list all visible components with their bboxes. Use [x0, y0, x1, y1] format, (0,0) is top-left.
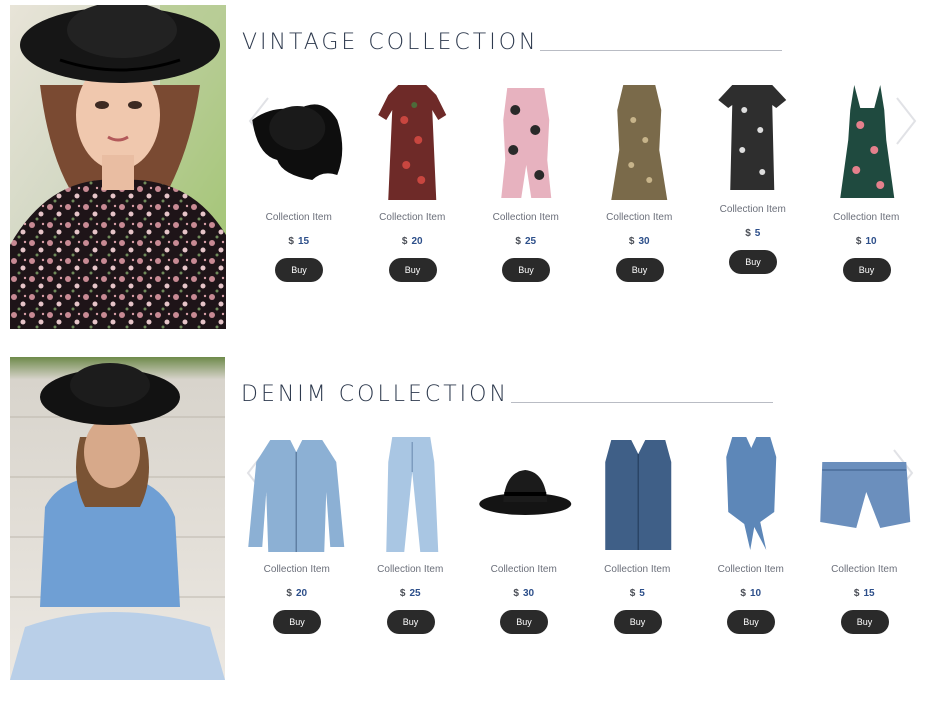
buy-button[interactable]: Buy — [727, 610, 775, 634]
black-floppy-hat-icon — [252, 104, 343, 180]
buy-button[interactable]: Buy — [840, 610, 889, 634]
item-price: $5 — [745, 228, 761, 239]
item-label: Collection Item — [604, 564, 671, 575]
pink-floral-romper-icon — [501, 88, 552, 198]
item-price: $25 — [515, 236, 537, 247]
item-label: Collection Item — [831, 564, 898, 575]
item-label: Collection Item — [379, 212, 446, 223]
red-floral-maxi-dress-icon — [377, 85, 446, 200]
item-label: Collection Item — [833, 212, 900, 223]
item-label: Collection Item — [265, 212, 332, 223]
denim-vest-icon — [604, 440, 671, 550]
item-price: $30 — [628, 236, 650, 247]
title-underline — [540, 50, 783, 51]
black-wide-brim-hat-icon — [479, 470, 572, 515]
section-title: DENIM COLLECTION — [241, 382, 509, 407]
section-title: VINTAGE COLLECTION — [242, 30, 539, 55]
denim-hero-photo — [10, 357, 225, 680]
item-label: Collection Item — [717, 564, 784, 575]
item-price: $10 — [855, 236, 877, 247]
buy-button[interactable]: Buy — [615, 258, 664, 282]
item-price: $20 — [286, 588, 308, 599]
olive-floral-dress-icon — [610, 85, 667, 200]
buy-button[interactable]: Buy — [388, 258, 437, 282]
black-floral-romper-icon — [718, 85, 787, 190]
item-price: $20 — [401, 236, 423, 247]
item-label: Collection Item — [377, 564, 444, 575]
buy-button[interactable]: Buy — [613, 610, 662, 634]
item-price: $15 — [853, 588, 875, 599]
denim-jacket-icon — [248, 440, 345, 552]
item-price: $15 — [288, 236, 310, 247]
buy-button[interactable]: Buy — [842, 258, 891, 282]
vintage-hero-photo — [10, 5, 226, 329]
buy-button[interactable]: Buy — [386, 610, 435, 634]
item-label: Collection Item — [606, 212, 673, 223]
item-label: Collection Item — [719, 204, 786, 215]
green-floral-dress-icon — [839, 85, 894, 198]
buy-button[interactable]: Buy — [273, 610, 321, 634]
vintage-collection-section: VINTAGE COLLECTION Collection Item $15 B… — [0, 0, 928, 340]
light-jeans-icon — [385, 437, 438, 552]
item-label: Collection Item — [263, 564, 330, 575]
denim-tie-top-icon — [726, 437, 777, 550]
item-label: Collection Item — [490, 564, 557, 575]
buy-button[interactable]: Buy — [275, 258, 323, 282]
item-label: Collection Item — [492, 212, 559, 223]
denim-collection-section: DENIM COLLECTION Collection Item $20 Buy… — [0, 352, 928, 692]
buy-button[interactable]: Buy — [729, 250, 777, 274]
buy-button[interactable]: Buy — [500, 610, 548, 634]
denim-shorts-icon — [819, 462, 910, 528]
item-price: $25 — [399, 588, 421, 599]
item-price: $30 — [513, 588, 535, 599]
title-underline — [510, 402, 773, 403]
item-price: $5 — [629, 588, 645, 599]
buy-button[interactable]: Buy — [502, 258, 550, 282]
item-price: $10 — [740, 588, 762, 599]
